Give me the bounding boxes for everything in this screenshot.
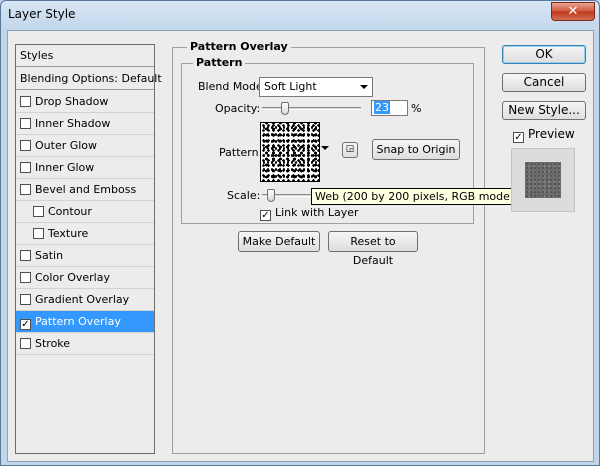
pattern-tooltip: Web (200 by 200 pixels, RGB mode) — [311, 188, 519, 205]
style-item-label: Inner Shadow — [35, 117, 111, 130]
pattern-label: Pattern: — [219, 146, 263, 159]
style-item-bevel-and-emboss[interactable]: Bevel and Emboss — [16, 179, 154, 201]
cancel-button[interactable]: Cancel — [502, 73, 586, 92]
style-item-label: Stroke — [35, 337, 71, 350]
styles-header[interactable]: Styles — [16, 45, 154, 67]
style-checkbox-pattern-overlay[interactable]: ✓ — [20, 319, 31, 330]
style-item-outer-glow[interactable]: Outer Glow — [16, 135, 154, 157]
style-item-inner-shadow[interactable]: Inner Shadow — [16, 113, 154, 135]
opacity-input[interactable]: 23 — [371, 100, 408, 116]
new-style-button[interactable]: New Style... — [502, 101, 586, 120]
style-item-label: Pattern Overlay — [35, 315, 121, 328]
blend-mode-label: Blend Mode: — [198, 80, 267, 93]
chevron-down-icon — [360, 85, 368, 89]
opacity-slider-track[interactable] — [262, 107, 361, 110]
scale-label: Scale: — [227, 189, 261, 202]
blending-options-label: Blending Options: Default — [20, 72, 162, 85]
style-checkbox-drop-shadow[interactable] — [20, 96, 31, 107]
link-with-layer-label: Link with Layer — [275, 206, 359, 219]
styles-list: Styles Blending Options: Default Drop Sh… — [15, 44, 162, 454]
snap-to-origin-button[interactable]: Snap to Origin — [372, 139, 460, 160]
style-item-label: Color Overlay — [35, 271, 110, 284]
link-with-layer-checkbox[interactable]: ✓ Link with Layer — [260, 206, 359, 221]
opacity-value: 23 — [374, 101, 390, 114]
style-checkbox-inner-glow[interactable] — [20, 162, 31, 173]
style-checkbox-texture[interactable] — [33, 228, 44, 239]
style-checkbox-color-overlay[interactable] — [20, 272, 31, 283]
style-checkbox-inner-shadow[interactable] — [20, 118, 31, 129]
pattern-chevron-down-icon — [321, 146, 329, 150]
style-checkbox-stroke[interactable] — [20, 338, 31, 349]
preview-frame — [511, 148, 575, 212]
style-item-gradient-overlay[interactable]: Gradient Overlay — [16, 289, 154, 311]
reset-to-default-button[interactable]: Reset to Default — [328, 231, 418, 267]
style-item-label: Outer Glow — [35, 139, 98, 152]
scale-slider-thumb[interactable] — [267, 189, 275, 202]
blending-options-item[interactable]: Blending Options: Default — [16, 68, 162, 90]
style-item-pattern-overlay[interactable]: ✓ Pattern Overlay — [16, 311, 154, 333]
close-button[interactable]: ✕ — [551, 2, 595, 21]
style-item-label: Bevel and Emboss — [35, 183, 137, 196]
style-item-label: Gradient Overlay — [35, 293, 130, 306]
pattern-overlay-group: Pattern Overlay Pattern Blend Mode: Soft… — [172, 40, 519, 454]
style-item-label: Inner Glow — [35, 161, 95, 174]
style-checkbox-bevel-and-emboss[interactable] — [20, 184, 31, 195]
window-title: Layer Style — [8, 7, 76, 21]
ok-button[interactable]: OK — [502, 45, 586, 64]
preview-swatch — [525, 162, 561, 198]
preview-check[interactable]: ✓ — [513, 132, 524, 143]
pattern-swatch[interactable] — [260, 122, 320, 182]
new-preset-button[interactable]: ◲ — [342, 142, 358, 158]
pattern-subgroup: Pattern Blend Mode: Soft Light Opacity: … — [181, 56, 519, 224]
make-default-button[interactable]: Make Default — [238, 231, 320, 252]
link-with-layer-check[interactable]: ✓ — [260, 210, 271, 221]
blend-mode-value: Soft Light — [264, 80, 317, 93]
close-icon: ✕ — [567, 4, 579, 19]
style-item-color-overlay[interactable]: Color Overlay — [16, 267, 154, 289]
pattern-subgroup-title: Pattern — [193, 56, 246, 69]
styles-header-label: Styles — [20, 49, 54, 62]
style-checkbox-satin[interactable] — [20, 250, 31, 261]
style-checkbox-contour[interactable] — [33, 206, 44, 217]
dialog-client-area: Styles Blending Options: Default Drop Sh… — [7, 30, 594, 462]
style-item-label: Drop Shadow — [35, 95, 109, 108]
style-checkbox-gradient-overlay[interactable] — [20, 294, 31, 305]
blend-mode-select[interactable]: Soft Light — [259, 77, 373, 97]
pattern-picker-toggle[interactable] — [321, 142, 330, 156]
style-item-label: Contour — [48, 205, 92, 218]
pattern-overlay-title: Pattern Overlay — [187, 40, 291, 53]
opacity-unit: % — [411, 102, 422, 115]
new-preset-icon: ◲ — [345, 144, 355, 154]
style-item-stroke[interactable]: Stroke — [16, 333, 154, 355]
preview-checkbox[interactable]: ✓ Preview — [513, 127, 575, 143]
style-item-texture[interactable]: Texture — [16, 223, 154, 245]
style-item-label: Texture — [48, 227, 89, 240]
row-divider — [16, 354, 154, 355]
style-item-satin[interactable]: Satin — [16, 245, 154, 267]
preview-label: Preview — [528, 127, 575, 141]
style-item-inner-glow[interactable]: Inner Glow — [16, 157, 154, 179]
style-item-label: Satin — [35, 249, 64, 262]
style-item-drop-shadow[interactable]: Drop Shadow — [16, 91, 154, 113]
title-bar[interactable]: Layer Style ✕ — [1, 1, 599, 29]
opacity-label: Opacity: — [215, 102, 261, 115]
style-checkbox-outer-glow[interactable] — [20, 140, 31, 151]
opacity-slider-thumb[interactable] — [280, 102, 289, 115]
style-item-contour[interactable]: Contour — [16, 201, 154, 223]
layer-style-dialog: Layer Style ✕ Styles Blending Options: D… — [0, 0, 600, 466]
